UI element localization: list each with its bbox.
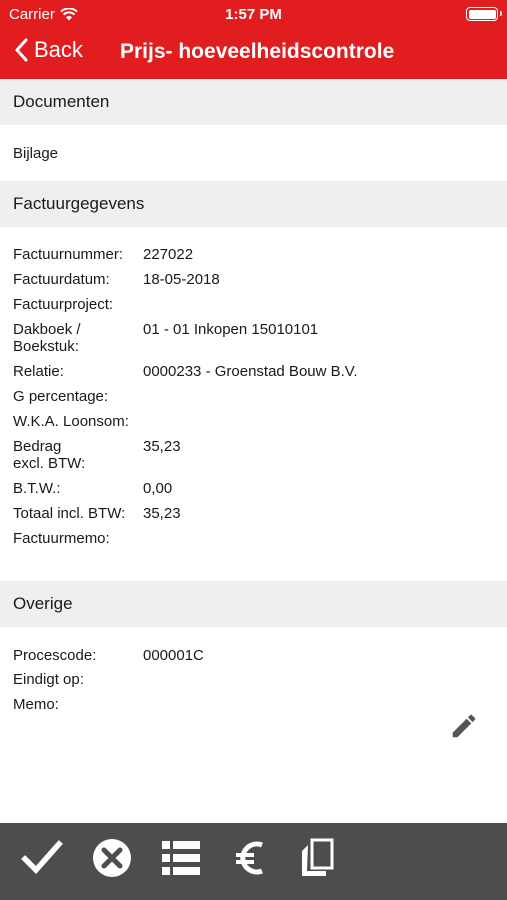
attachment-link[interactable]: Bijlage: [13, 145, 58, 162]
other-field-row: Eindigt op:: [13, 671, 493, 688]
section-header-overige: Overige: [0, 581, 507, 627]
field-label: W.K.A. Loonsom:: [13, 413, 129, 430]
field-value: 01 - 01 Inkopen 15010101: [143, 321, 319, 338]
pencil-icon[interactable]: [449, 711, 479, 741]
field-label: Totaal incl. BTW:: [13, 505, 126, 522]
field-value: 35,23: [143, 505, 181, 522]
back-label: Back: [34, 37, 83, 62]
field-label: Factuurdatum:: [13, 271, 110, 288]
invoice-field-row: Factuurnummer: 227022: [13, 246, 493, 263]
field-value: 18-05-2018: [143, 271, 220, 288]
field-label: G percentage:: [13, 388, 109, 405]
invoice-field-row: Relatie: 0000233 - Groenstad Bouw B.V.: [13, 363, 493, 380]
invoice-field-row: Factuurdatum: 18-05-2018: [13, 271, 493, 288]
field-label: Procescode:: [13, 647, 97, 664]
field-value: [143, 671, 493, 688]
invoice-field-row: W.K.A. Loonsom:: [13, 413, 493, 430]
status-time: 1:57 PM: [225, 6, 282, 23]
invoice-field-row: Totaal incl. BTW: 35,23: [13, 505, 493, 522]
chevron-left-icon: [15, 38, 28, 62]
field-value: [143, 296, 493, 313]
field-value: [143, 696, 493, 713]
battery-icon: [466, 7, 502, 21]
invoice-field-row: Factuurproject:: [13, 296, 493, 313]
field-value: 0000233 - Groenstad Bouw B.V.: [143, 363, 358, 380]
cancel-circle-icon[interactable]: [90, 836, 134, 880]
field-value: [143, 388, 493, 405]
field-label: Factuurmemo:: [13, 530, 110, 547]
other-field-row: Memo:: [13, 696, 493, 713]
status-bar: Carrier 1:57 PM: [0, 0, 507, 28]
checkmark-icon[interactable]: [20, 836, 64, 880]
invoice-field-row: Dakboek / Boekstuk: 01 - 01 Inkopen 15010…: [13, 321, 493, 355]
invoice-field-row: B.T.W.: 0,00: [13, 480, 493, 497]
section-header-factuurgegevens: Factuurgegevens: [0, 181, 507, 227]
field-value: 0,00: [143, 480, 173, 497]
field-label: B.T.W.:: [13, 480, 61, 497]
field-label: Relatie:: [13, 363, 64, 380]
invoice-field-row: G percentage:: [13, 388, 493, 405]
field-label: Factuurproject:: [13, 296, 114, 313]
bottom-toolbar: [0, 823, 507, 900]
field-value: 227022: [143, 246, 194, 263]
field-label: Eindigt op:: [13, 671, 84, 688]
field-value: 000001C: [143, 647, 204, 664]
field-label: Bedrag excl. BTW:: [13, 438, 86, 472]
invoice-field-row: Bedrag excl. BTW: 35,23: [13, 438, 493, 472]
back-button[interactable]: Back: [14, 37, 83, 63]
app-header: Carrier 1:57 PM Back Prijs- hoeveelheids…: [0, 0, 507, 79]
page-title: Prijs- hoeveelheidscontrole: [120, 40, 395, 63]
invoice-field-row: Factuurmemo:: [13, 530, 493, 547]
field-value: 35,23: [143, 438, 181, 455]
field-label: Factuurnummer:: [13, 246, 124, 263]
list-icon[interactable]: [159, 836, 203, 880]
nav-bar: Back Prijs- hoeveelheidscontrole: [0, 30, 507, 75]
other-field-row: Procescode: 000001C: [13, 647, 493, 664]
euro-icon[interactable]: [228, 836, 272, 880]
section-header-documenten: Documenten: [0, 79, 507, 125]
field-value: [143, 413, 493, 430]
field-value: [143, 530, 493, 547]
field-label: Memo:: [13, 696, 59, 713]
copy-icon[interactable]: [296, 836, 340, 880]
field-label: Dakboek / Boekstuk:: [13, 321, 81, 355]
